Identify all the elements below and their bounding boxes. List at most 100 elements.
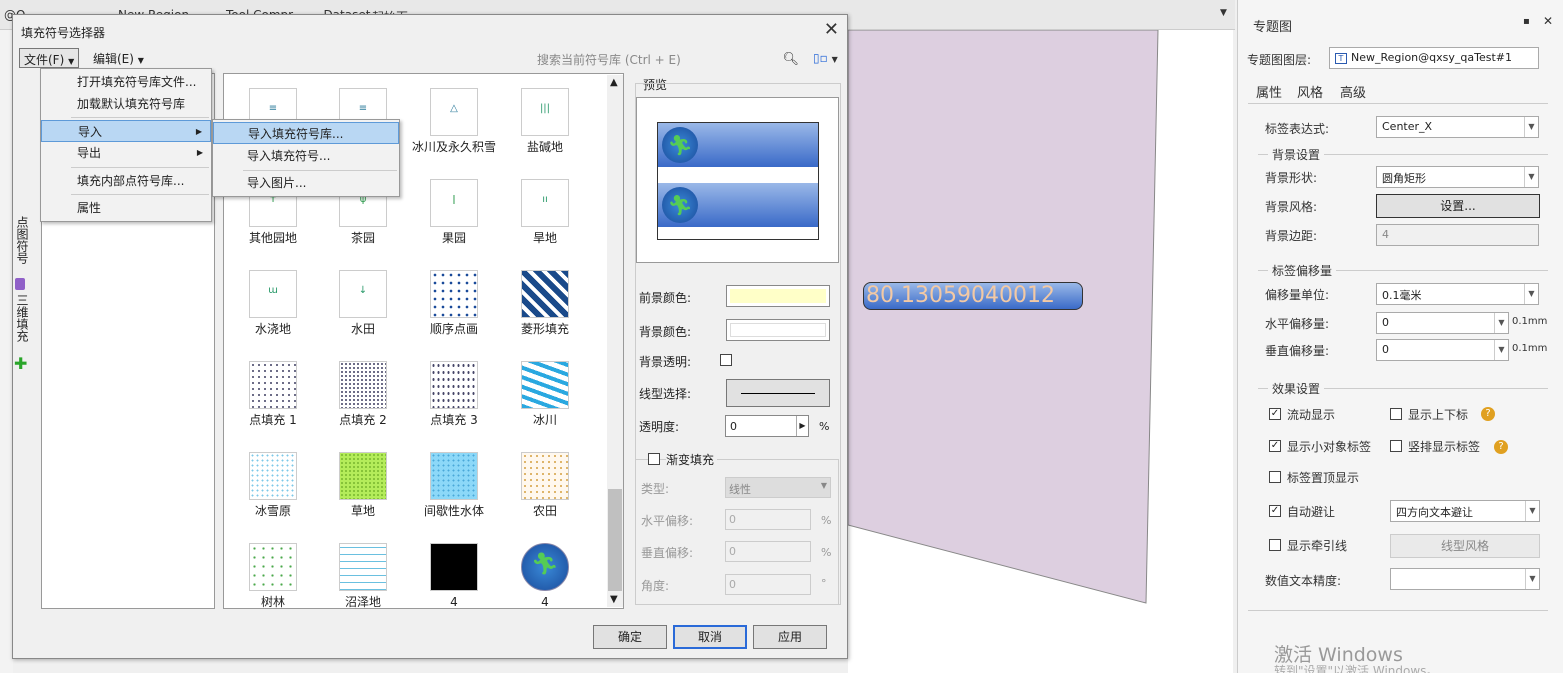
chevron-down-icon[interactable]: ▼ (1494, 340, 1508, 360)
gradient-checkbox[interactable] (648, 453, 660, 465)
tab-advanced[interactable]: 高级 (1340, 82, 1366, 101)
apply-button[interactable]: 应用 (753, 625, 827, 649)
show-small-checkbox[interactable]: ✓ (1269, 440, 1281, 452)
offset-unit-select[interactable]: 0.1毫米 ▼ (1376, 283, 1539, 305)
h-offset-field[interactable]: 0 ▼ (1376, 312, 1509, 334)
v-offset-field[interactable]: 0 ▼ (1376, 339, 1509, 361)
close-icon[interactable]: ✕ (824, 19, 839, 40)
search-icon[interactable]: 🔍︎ (782, 52, 799, 67)
tab-properties[interactable]: 属性 (1256, 82, 1282, 101)
symbol-item[interactable]: 农田 (501, 452, 589, 518)
side-label-3d[interactable]: 三维填充 (14, 294, 31, 342)
symbol-item[interactable]: △ 冰川及永久积雪 (410, 88, 498, 154)
menu-separator (243, 170, 397, 171)
symbol-item[interactable]: 点填充 3 (410, 361, 498, 427)
menu-import-image[interactable]: 导入图片... (213, 172, 399, 194)
symbol-item[interactable]: ıı 旱地 (501, 179, 589, 245)
bg-color-picker[interactable] (726, 319, 830, 341)
spin-right-icon[interactable]: ▶ (796, 416, 808, 436)
menu-export[interactable]: 导出 ▶ (41, 142, 211, 164)
menu-inner-point[interactable]: 填充内部点符号库... (41, 170, 211, 192)
opacity-percent: % (819, 420, 830, 433)
symbol-item[interactable]: 顺序点画 (410, 270, 498, 336)
auto-avoid-label: 自动避让 (1287, 505, 1336, 519)
help-icon[interactable]: ? (1481, 407, 1495, 421)
angle-field[interactable]: 0 (725, 574, 811, 595)
symbol-item[interactable]: 冰雪原 (229, 452, 317, 518)
3d-fill-icon (15, 278, 25, 290)
symbol-item[interactable]: ||| 盐碱地 (501, 88, 589, 154)
auto-avoid-checkbox[interactable]: ✓ (1269, 505, 1281, 517)
tab-style[interactable]: 风格 (1297, 82, 1323, 101)
bg-style-button[interactable]: 设置... (1376, 194, 1540, 218)
close-panel-icon[interactable]: ✕ (1543, 14, 1553, 28)
pin-icon[interactable]: ▪ (1523, 16, 1530, 27)
ok-button[interactable]: 确定 (593, 625, 667, 649)
symbol-item[interactable]: 点填充 1 (229, 361, 317, 427)
symbol-label: 盐碱地 (526, 140, 563, 154)
menu-import[interactable]: 导入 ▶ (41, 120, 211, 142)
precision-select[interactable]: ▼ (1390, 568, 1540, 590)
vertical-label-checkbox[interactable] (1390, 440, 1402, 452)
menu-import-symbol[interactable]: 导入填充符号... (213, 145, 399, 167)
symbol-thumbnail (521, 270, 569, 318)
symbol-thumbnail: ıı (521, 179, 569, 227)
menu-import-library[interactable]: 导入填充符号库... (213, 122, 399, 144)
symbol-item[interactable]: 沼泽地 (319, 543, 407, 609)
label-expr-select[interactable]: Center_X ▼ (1376, 116, 1539, 138)
add-icon[interactable]: ✚ (14, 354, 27, 373)
flow-display-checkbox[interactable]: ✓ (1269, 408, 1281, 420)
scroll-up-icon[interactable]: ▲ (610, 77, 618, 88)
menu-properties[interactable]: 属性 (41, 197, 211, 219)
side-label-points[interactable]: 点图符号 (14, 216, 31, 264)
symbol-item[interactable]: 点填充 2 (319, 361, 407, 427)
view-mode-button[interactable]: ▯▫ ▼ (813, 51, 838, 65)
chevron-down-icon[interactable]: ▼ (1494, 313, 1508, 333)
map-canvas[interactable]: 80.13059040012 (848, 30, 1233, 673)
bg-shape-select[interactable]: 圆角矩形 ▼ (1376, 166, 1539, 188)
help-icon[interactable]: ? (1494, 440, 1508, 454)
label-top-checkbox[interactable] (1269, 471, 1281, 483)
symbol-item[interactable]: 树林 (229, 543, 317, 609)
avoid-mode-select[interactable]: 四方向文本避让 ▼ (1390, 500, 1540, 522)
type-select[interactable]: 线性 ▼ (725, 477, 831, 498)
scroll-down-icon[interactable]: ▼ (610, 594, 618, 605)
scroll-thumb[interactable] (608, 489, 622, 591)
menu-open-library[interactable]: 打开填充符号库文件... (41, 71, 211, 93)
h-offset-field[interactable]: 0 (725, 509, 811, 530)
cancel-button[interactable]: 取消 (673, 625, 747, 649)
symbol-item[interactable]: 4 (410, 543, 498, 609)
v-offset-field[interactable]: 0 (725, 541, 811, 562)
symbol-item[interactable]: ↓ 水田 (319, 270, 407, 336)
file-menu-button[interactable]: 文件(F) ▼ (19, 48, 80, 68)
symbol-item[interactable]: 🏃︎ 4 (501, 543, 589, 609)
line-style-button[interactable]: 线型风格 (1390, 534, 1540, 558)
bg-shape-value: 圆角矩形 (1382, 172, 1426, 185)
bg-transparent-checkbox[interactable] (720, 354, 732, 366)
menu-load-default[interactable]: 加载默认填充符号库 (41, 93, 211, 115)
symbol-scrollbar[interactable]: ▲ ▼ (607, 75, 623, 607)
show-small-label: 显示小对象标签 (1287, 440, 1372, 454)
show-subsup-checkbox[interactable] (1390, 408, 1402, 420)
symbol-item[interactable]: 冰川 (501, 361, 589, 427)
symbol-item[interactable]: ǀ 果园 (410, 179, 498, 245)
map-label[interactable]: 80.13059040012 (863, 282, 1083, 310)
symbol-item[interactable]: 间歇性水体 (410, 452, 498, 518)
opacity-field[interactable]: 0 ▶ (725, 415, 809, 437)
symbol-item[interactable]: 菱形填充 (501, 270, 589, 336)
symbol-item[interactable]: ɯ 水浇地 (229, 270, 317, 336)
symbol-label: 间歇性水体 (423, 504, 484, 518)
fg-color-picker[interactable] (726, 285, 830, 307)
search-input[interactable]: 搜索当前符号库 (Ctrl + E) 🔍︎ (537, 51, 799, 71)
preview-image: 🏃︎ 🏃︎ (657, 122, 819, 240)
tab-dropdown-icon[interactable]: ▼ (1220, 8, 1227, 18)
show-leader-checkbox[interactable] (1269, 539, 1281, 551)
bg-margin-field[interactable]: 4 (1376, 224, 1539, 246)
layer-field[interactable]: T New_Region@qxsy_qaTest#1 (1329, 47, 1539, 69)
line-type-button[interactable] (726, 379, 830, 407)
symbol-label: 点填充 2 (339, 413, 387, 427)
symbol-label: 点填充 1 (249, 413, 297, 427)
edit-menu-button[interactable]: 编辑(E) ▼ (89, 48, 148, 68)
panel-title: 专题图 (1253, 20, 1293, 35)
symbol-item[interactable]: 草地 (319, 452, 407, 518)
